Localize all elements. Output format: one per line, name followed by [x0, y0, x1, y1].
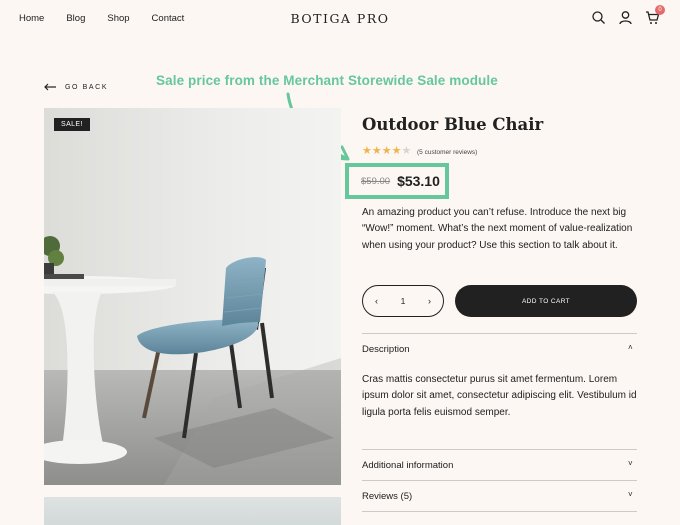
divider	[362, 480, 637, 481]
product-title: Outdoor Blue Chair	[362, 115, 544, 134]
star-icon: ★	[362, 145, 372, 157]
search-icon[interactable]	[591, 10, 606, 25]
product-short-description: An amazing product you can’t refuse. Int…	[362, 207, 633, 251]
nav-contact[interactable]: Contact	[152, 13, 185, 24]
cart-count-badge: 0	[655, 5, 665, 15]
annotation-text: Sale price from the Merchant Storewide S…	[156, 73, 498, 88]
chevron-up-icon[interactable]: ˄	[628, 343, 633, 352]
product-image[interactable]: SALE!	[44, 108, 341, 485]
chevron-down-icon[interactable]: ˅	[628, 490, 633, 499]
quantity-stepper: ‹ 1 ›	[362, 285, 444, 317]
cart-icon[interactable]: 0	[645, 5, 665, 25]
chair-photo	[44, 108, 341, 485]
nav-blog[interactable]: Blog	[66, 13, 85, 24]
star-icon: ★	[391, 145, 402, 157]
nav-shop[interactable]: Shop	[107, 13, 129, 24]
sale-price: $53.10	[397, 173, 440, 189]
customer-reviews-link[interactable]: (5 customer reviews)	[417, 149, 477, 156]
quantity-value[interactable]: 1	[401, 296, 406, 306]
star-rating: ★ ★ ★ ★ ★	[362, 146, 411, 157]
chevron-down-icon[interactable]: ˅	[628, 459, 633, 468]
nav-home[interactable]: Home	[19, 13, 44, 24]
divider	[362, 511, 637, 512]
description-content: Cras mattis consectetur purus sit amet f…	[362, 374, 637, 418]
quantity-decrease-button[interactable]: ‹	[375, 296, 378, 306]
go-back-link[interactable]: GO BACK	[44, 83, 108, 91]
regular-price: $59.00	[361, 175, 391, 187]
account-icon[interactable]	[618, 10, 633, 25]
star-icon: ★	[381, 145, 392, 157]
star-icon: ★	[371, 145, 382, 157]
divider	[362, 449, 637, 450]
site-logo[interactable]: BOTIGA PRO	[291, 11, 390, 26]
tab-description[interactable]: Description	[362, 344, 410, 355]
product-gallery-image-2[interactable]	[44, 497, 341, 525]
add-to-cart-button[interactable]: ADD TO CART	[455, 285, 637, 317]
tab-additional-information[interactable]: Additional information	[362, 460, 453, 471]
quantity-increase-button[interactable]: ›	[428, 296, 431, 306]
main-nav: Home Blog Shop Contact	[19, 13, 206, 24]
star-icon: ★	[401, 145, 412, 157]
divider	[362, 333, 637, 334]
tab-reviews[interactable]: Reviews (5)	[362, 491, 412, 502]
go-back-label: GO BACK	[65, 83, 109, 91]
header-icons: 0	[591, 5, 665, 25]
arrow-left-icon	[44, 83, 56, 91]
sale-price-highlight: $59.00 $53.10	[345, 163, 449, 199]
sale-badge: SALE!	[54, 118, 90, 131]
